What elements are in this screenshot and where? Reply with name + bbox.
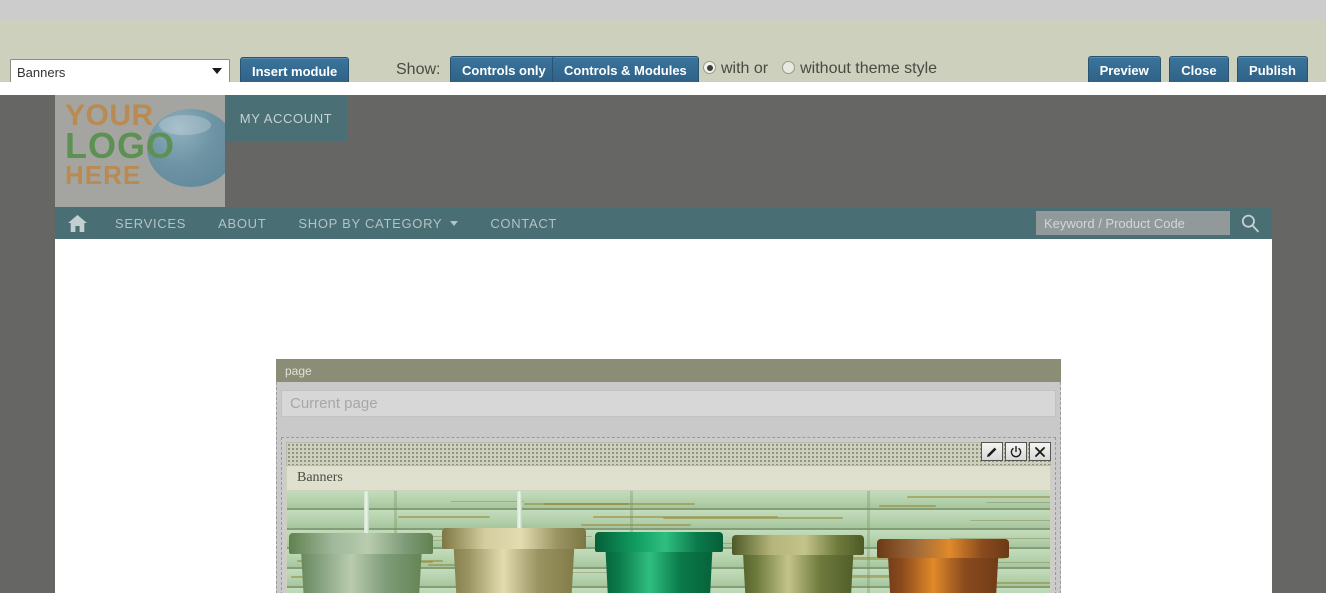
theme-style-radio-group: with or without theme style [703,60,937,78]
page-dropzone[interactable]: Current page Banners [276,382,1061,593]
top-gray-strip [0,0,1326,20]
nav-items: SERVICES ABOUT SHOP BY CATEGORY CONTACT [55,207,573,239]
radio-with-theme-style-label: with or [721,60,769,77]
delete-module-button[interactable] [1029,442,1051,461]
radio-without-theme-style[interactable] [782,61,796,74]
module-drag-handle[interactable] [286,442,1051,466]
my-account-link[interactable]: MY ACCOUNT [225,95,347,141]
close-icon [1035,446,1045,457]
module-select[interactable]: Banners [10,59,230,84]
logo-line-logo: LOGO [65,125,175,166]
tumbler-5 [877,538,1010,593]
site-preview: YOUR LOGO HERE MY ACCOUNT SERVICES ABOUT [0,95,1326,593]
nav-item-about[interactable]: ABOUT [202,207,282,239]
site-search [1034,207,1272,239]
nav-home-link[interactable] [55,207,99,239]
tumbler-3 [595,531,723,593]
module-container[interactable]: Banners BANNER TEST [281,437,1056,593]
page-edit-region: page Current page Banners [276,359,1061,593]
nav-item-label: CONTACT [490,215,558,231]
search-input[interactable] [1036,211,1230,235]
search-icon [1241,214,1259,233]
page-gutter-right [1272,95,1326,593]
tumbler-1 [289,533,434,593]
site-body: page Current page Banners [55,239,1272,593]
logo-text: YOUR LOGO HERE [65,101,225,189]
radio-with-theme-style[interactable] [703,61,716,74]
editor-screen: Banners Insert module Show: Controls onl… [0,0,1326,593]
power-icon [1010,445,1022,457]
nav-item-label: ABOUT [218,215,267,231]
toggle-module-button[interactable] [1005,442,1027,461]
nav-item-shop-by-category[interactable]: SHOP BY CATEGORY [282,207,474,239]
site-logo[interactable]: YOUR LOGO HERE [55,95,225,207]
nav-item-contact[interactable]: CONTACT [474,207,573,239]
edit-module-button[interactable] [981,442,1003,461]
nav-item-label: SERVICES [115,215,187,231]
site-nav: SERVICES ABOUT SHOP BY CATEGORY CONTACT [55,207,1272,239]
page-gutter-left [0,95,55,593]
radio-without-theme-style-label: without theme style [800,60,938,77]
editor-toolbar: Banners Insert module Show: Controls onl… [0,20,1326,88]
nav-item-label: SHOP BY CATEGORY [298,215,443,231]
current-page-field[interactable]: Current page [281,390,1056,417]
page-pane-title: page [276,359,1061,382]
nav-item-services[interactable]: SERVICES [99,207,202,239]
banner-module-preview[interactable]: BANNER TEST [286,491,1051,593]
chevron-down-icon [450,220,459,226]
show-label: Show: [396,61,441,78]
tumbler-2 [441,528,587,593]
module-controls [979,442,1051,461]
toolbar-page-gap [0,82,1326,95]
site-header: YOUR LOGO HERE MY ACCOUNT [55,95,1272,207]
pencil-icon [987,447,997,457]
module-name-label: Banners [286,466,1051,491]
search-button[interactable] [1230,207,1270,239]
home-icon [67,214,87,232]
module-select-wrapper: Banners [10,59,230,84]
tumbler-4 [732,535,865,593]
